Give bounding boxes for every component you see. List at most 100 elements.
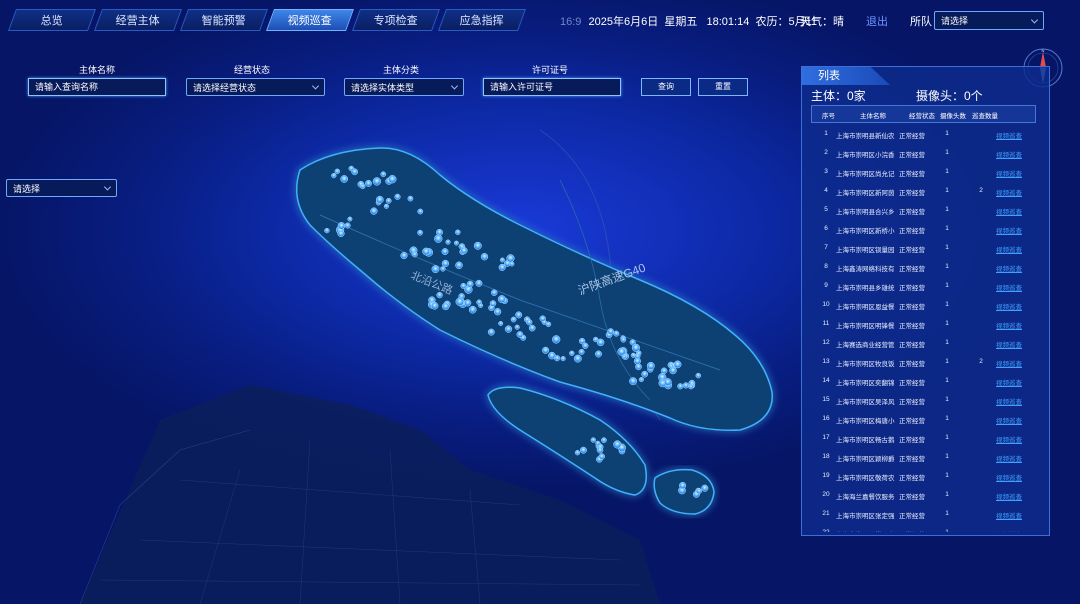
camera-marker[interactable] <box>701 484 709 492</box>
camera-marker[interactable] <box>441 259 450 268</box>
license-input[interactable]: 请输入许可证号 <box>483 78 621 96</box>
camera-marker[interactable] <box>621 354 627 360</box>
camera-marker[interactable] <box>613 440 622 449</box>
camera-marker[interactable] <box>499 257 505 263</box>
camera-marker[interactable] <box>598 453 605 460</box>
table-row[interactable]: 4 上海市崇明区新阿茵 正常经营 1 2 视频巡查 <box>811 181 1047 200</box>
camera-marker[interactable] <box>441 302 450 311</box>
video-patrol-link[interactable]: 视频巡查 <box>996 282 1036 292</box>
camera-marker[interactable] <box>324 227 330 234</box>
camera-marker[interactable] <box>455 261 463 270</box>
camera-marker[interactable] <box>504 325 513 333</box>
camera-marker[interactable] <box>431 265 440 274</box>
table-row[interactable]: 6 上海市崇明区新桥小 正常经营 1 视频巡查 <box>811 219 1047 238</box>
camera-marker[interactable] <box>629 377 638 386</box>
camera-marker[interactable] <box>635 363 642 371</box>
video-patrol-link[interactable]: 视频巡查 <box>996 358 1036 368</box>
table-row[interactable]: 16 上海市崇明区梅唐小 正常经营 1 视频巡查 <box>811 409 1047 428</box>
camera-marker[interactable] <box>337 222 346 230</box>
camera-marker[interactable] <box>331 172 337 179</box>
camera-marker[interactable] <box>337 229 345 238</box>
status-select[interactable]: 请选择经营状态 <box>186 78 325 96</box>
tab-emergency-command[interactable]: 应急指挥 <box>437 9 527 31</box>
camera-marker[interactable] <box>646 361 655 370</box>
camera-marker[interactable] <box>601 437 607 444</box>
tab-smart-warning[interactable]: 智能预警 <box>179 9 269 31</box>
camera-marker[interactable] <box>489 300 497 307</box>
camera-marker[interactable] <box>334 168 341 175</box>
table-row[interactable]: 9 上海市崇明县乡雄统 正常经营 1 视频巡查 <box>811 276 1047 295</box>
video-patrol-link[interactable]: 视频巡查 <box>996 263 1036 273</box>
camera-marker[interactable] <box>370 207 378 215</box>
camera-marker[interactable] <box>497 295 506 304</box>
video-patrol-link[interactable]: 视频巡查 <box>996 453 1036 463</box>
table-row[interactable]: 10 上海市崇明区恩益餐 正常经营 1 视频巡查 <box>811 295 1047 314</box>
camera-marker[interactable] <box>407 195 414 202</box>
camera-marker[interactable] <box>464 299 472 307</box>
camera-marker[interactable] <box>620 336 627 343</box>
camera-marker[interactable] <box>682 382 689 389</box>
camera-marker[interactable] <box>528 324 536 332</box>
camera-marker[interactable] <box>631 343 640 352</box>
camera-marker[interactable] <box>679 481 687 490</box>
table-row[interactable]: 20 上海海兰嘉餐饮服务 正常经营 1 视频巡查 <box>811 485 1047 504</box>
query-button[interactable]: 查询 <box>641 78 691 96</box>
table-row[interactable]: 21 上海市崇明区张定强 正常经营 1 视频巡查 <box>811 504 1047 523</box>
camera-marker[interactable] <box>695 372 702 379</box>
camera-marker[interactable] <box>490 289 498 296</box>
video-patrol-link[interactable]: 视频巡查 <box>996 187 1036 197</box>
table-row[interactable]: 1 上海市崇明县新仙农 正常经营 1 视频巡查 <box>811 124 1047 143</box>
video-patrol-link[interactable]: 视频巡查 <box>996 434 1036 444</box>
camera-marker[interactable] <box>365 179 372 187</box>
camera-marker[interactable] <box>510 316 517 323</box>
camera-marker[interactable] <box>466 280 474 288</box>
camera-marker[interactable] <box>417 208 424 215</box>
tab-special-inspection[interactable]: 专项检查 <box>351 9 441 31</box>
camera-marker[interactable] <box>436 228 443 236</box>
camera-marker[interactable] <box>498 321 504 326</box>
camera-marker[interactable] <box>514 324 520 330</box>
camera-marker[interactable] <box>554 355 561 362</box>
camera-marker[interactable] <box>688 384 694 390</box>
video-patrol-link[interactable]: 视频巡查 <box>996 301 1036 311</box>
camera-marker[interactable] <box>634 353 641 360</box>
camera-marker[interactable] <box>380 171 387 178</box>
tab-business-entities[interactable]: 经营主体 <box>93 9 183 31</box>
map-area-select[interactable]: 请选择 <box>6 179 117 197</box>
camera-marker[interactable] <box>677 383 684 390</box>
video-patrol-link[interactable]: 视频巡查 <box>996 491 1036 501</box>
camera-marker[interactable] <box>660 367 668 375</box>
camera-marker[interactable] <box>582 342 589 349</box>
camera-marker[interactable] <box>383 203 389 209</box>
camera-marker[interactable] <box>573 354 582 363</box>
table-row[interactable]: 15 上海市崇明区吴泽风 正常经营 1 视频巡查 <box>811 390 1047 409</box>
camera-marker[interactable] <box>411 251 418 258</box>
video-patrol-link[interactable]: 视频巡查 <box>996 130 1036 140</box>
table-row[interactable]: 12 上海赛选商业经营管 正常经营 1 视频巡查 <box>811 333 1047 352</box>
camera-marker[interactable] <box>574 450 581 456</box>
reset-button[interactable]: 重置 <box>698 78 748 96</box>
video-patrol-link[interactable]: 视频巡查 <box>996 244 1036 254</box>
camera-marker[interactable] <box>673 360 682 369</box>
camera-marker[interactable] <box>552 335 561 344</box>
table-row[interactable]: 13 上海市崇明区牧良饭 正常经营 1 2 视频巡查 <box>811 352 1047 371</box>
table-body[interactable]: 1 上海市崇明县新仙农 正常经营 1 视频巡查 2 上海市崇明区小浣香 正常经营 1 视频巡查 3 上… <box>811 124 1047 532</box>
camera-marker[interactable] <box>516 331 524 338</box>
camera-marker[interactable] <box>595 350 602 358</box>
camera-marker[interactable] <box>578 348 585 355</box>
camera-marker[interactable] <box>480 253 489 261</box>
camera-marker[interactable] <box>595 440 601 446</box>
camera-marker[interactable] <box>441 248 449 256</box>
camera-marker[interactable] <box>440 266 446 272</box>
tab-video-patrol[interactable]: 视频巡查 <box>265 9 355 31</box>
camera-marker[interactable] <box>359 183 366 190</box>
camera-marker[interactable] <box>596 446 604 454</box>
camera-marker[interactable] <box>493 308 502 316</box>
camera-marker[interactable] <box>590 437 596 443</box>
camera-marker[interactable] <box>394 193 401 200</box>
table-row[interactable]: 7 上海市崇明区钡量园 正常经营 1 视频巡查 <box>811 238 1047 257</box>
camera-marker[interactable] <box>593 336 599 343</box>
camera-marker[interactable] <box>430 302 439 310</box>
camera-marker[interactable] <box>375 195 384 204</box>
category-select[interactable]: 请选择实体类型 <box>344 78 464 96</box>
